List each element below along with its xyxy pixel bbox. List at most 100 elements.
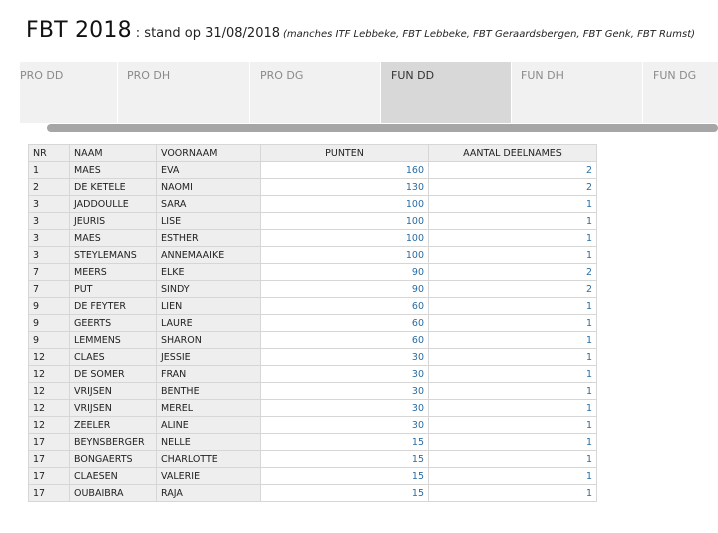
column-header-naam[interactable]: NAAM: [69, 144, 157, 162]
category-tabs: PRO DD PRO DH PRO DG FUN DD FUN DH FUN D…: [20, 62, 718, 123]
ranking-table: NR NAAM VOORNAAM PUNTEN AANTAL DEELNAMES…: [28, 144, 597, 502]
table-row: 3 JADDOULLE SARA 100 1: [28, 195, 597, 213]
tab-pro-dh[interactable]: PRO DH: [118, 62, 250, 123]
tab-label: PRO DH: [127, 69, 171, 82]
cell-naam: DE SOMER: [69, 365, 157, 383]
table-row: 12 VRIJSEN MEREL 30 1: [28, 399, 597, 417]
cell-punten: 15: [260, 467, 429, 485]
cell-punten: 30: [260, 365, 429, 383]
cell-punten: 30: [260, 382, 429, 400]
cell-nr: 3: [28, 212, 70, 230]
tab-pro-dd[interactable]: PRO DD: [20, 62, 118, 123]
cell-nr: 17: [28, 450, 70, 468]
cell-nr: 17: [28, 433, 70, 451]
cell-naam: MEERS: [69, 263, 157, 281]
cell-voornaam: SHARON: [156, 331, 261, 349]
cell-deelnames: 1: [428, 365, 597, 383]
cell-nr: 3: [28, 246, 70, 264]
tab-label: FUN DD: [391, 69, 435, 82]
cell-naam: JEURIS: [69, 212, 157, 230]
cell-punten: 100: [260, 195, 429, 213]
cell-punten: 30: [260, 399, 429, 417]
cell-voornaam: EVA: [156, 161, 261, 179]
table-header-row: NR NAAM VOORNAAM PUNTEN AANTAL DEELNAMES: [28, 144, 597, 162]
cell-voornaam: LAURE: [156, 314, 261, 332]
cell-voornaam: ALINE: [156, 416, 261, 434]
cell-punten: 90: [260, 263, 429, 281]
table-row: 17 BONGAERTS CHARLOTTE 15 1: [28, 450, 597, 468]
cell-nr: 7: [28, 263, 70, 281]
cell-nr: 2: [28, 178, 70, 196]
cell-voornaam: LISE: [156, 212, 261, 230]
table-row: 3 JEURIS LISE 100 1: [28, 212, 597, 230]
tab-fun-dd[interactable]: FUN DD: [381, 62, 512, 123]
cell-punten: 15: [260, 433, 429, 451]
cell-nr: 3: [28, 229, 70, 247]
cell-naam: MAES: [69, 229, 157, 247]
cell-nr: 9: [28, 331, 70, 349]
cell-voornaam: ANNEMAAIKE: [156, 246, 261, 264]
cell-naam: LEMMENS: [69, 331, 157, 349]
cell-voornaam: BENTHE: [156, 382, 261, 400]
table-row: 12 ZEELER ALINE 30 1: [28, 416, 597, 434]
cell-deelnames: 1: [428, 450, 597, 468]
cell-naam: CLAES: [69, 348, 157, 366]
horizontal-scrollbar[interactable]: [47, 124, 718, 132]
cell-punten: 30: [260, 348, 429, 366]
cell-nr: 9: [28, 297, 70, 315]
table-row: 3 STEYLEMANS ANNEMAAIKE 100 1: [28, 246, 597, 264]
column-header-aantal-deelnames[interactable]: AANTAL DEELNAMES: [428, 144, 597, 162]
cell-deelnames: 1: [428, 297, 597, 315]
cell-punten: 15: [260, 484, 429, 502]
cell-deelnames: 1: [428, 348, 597, 366]
cell-voornaam: LIEN: [156, 297, 261, 315]
cell-punten: 15: [260, 450, 429, 468]
cell-naam: ZEELER: [69, 416, 157, 434]
table-row: 9 DE FEYTER LIEN 60 1: [28, 297, 597, 315]
table-row: 9 GEERTS LAURE 60 1: [28, 314, 597, 332]
table-row: 9 LEMMENS SHARON 60 1: [28, 331, 597, 349]
cell-voornaam: NELLE: [156, 433, 261, 451]
cell-nr: 7: [28, 280, 70, 298]
cell-deelnames: 2: [428, 263, 597, 281]
cell-nr: 3: [28, 195, 70, 213]
tab-fun-dh[interactable]: FUN DH: [512, 62, 643, 123]
tab-label: PRO DD: [20, 69, 64, 82]
cell-voornaam: ESTHER: [156, 229, 261, 247]
cell-deelnames: 1: [428, 433, 597, 451]
cell-nr: 1: [28, 161, 70, 179]
table-row: 3 MAES ESTHER 100 1: [28, 229, 597, 247]
column-header-voornaam[interactable]: VOORNAAM: [156, 144, 261, 162]
table-row: 7 MEERS ELKE 90 2: [28, 263, 597, 281]
table-row: 17 CLAESEN VALERIE 15 1: [28, 467, 597, 485]
column-header-nr[interactable]: NR: [28, 144, 70, 162]
cell-voornaam: RAJA: [156, 484, 261, 502]
cell-punten: 60: [260, 331, 429, 349]
tab-fun-dg[interactable]: FUN DG: [643, 62, 718, 123]
cell-naam: PUT: [69, 280, 157, 298]
cell-naam: STEYLEMANS: [69, 246, 157, 264]
cell-naam: GEERTS: [69, 314, 157, 332]
column-header-punten[interactable]: PUNTEN: [260, 144, 429, 162]
cell-punten: 160: [260, 161, 429, 179]
cell-naam: DE FEYTER: [69, 297, 157, 315]
cell-deelnames: 1: [428, 331, 597, 349]
table-row: 12 CLAES JESSIE 30 1: [28, 348, 597, 366]
tab-label: FUN DH: [521, 69, 564, 82]
cell-voornaam: SINDY: [156, 280, 261, 298]
cell-voornaam: NAOMI: [156, 178, 261, 196]
tab-pro-dg[interactable]: PRO DG: [250, 62, 381, 123]
page-title: FBT 2018: [26, 18, 132, 43]
cell-deelnames: 1: [428, 229, 597, 247]
cell-naam: MAES: [69, 161, 157, 179]
cell-deelnames: 1: [428, 314, 597, 332]
cell-deelnames: 2: [428, 280, 597, 298]
cell-naam: VRIJSEN: [69, 382, 157, 400]
cell-nr: 17: [28, 484, 70, 502]
page-header: FBT 2018: stand op 31/08/2018 (manches IT…: [26, 18, 695, 43]
table-row: 2 DE KETELE NAOMI 130 2: [28, 178, 597, 196]
page-note: (manches ITF Lebbeke, FBT Lebbeke, FBT G…: [283, 29, 696, 40]
cell-deelnames: 1: [428, 416, 597, 434]
cell-naam: VRIJSEN: [69, 399, 157, 417]
cell-punten: 60: [260, 314, 429, 332]
